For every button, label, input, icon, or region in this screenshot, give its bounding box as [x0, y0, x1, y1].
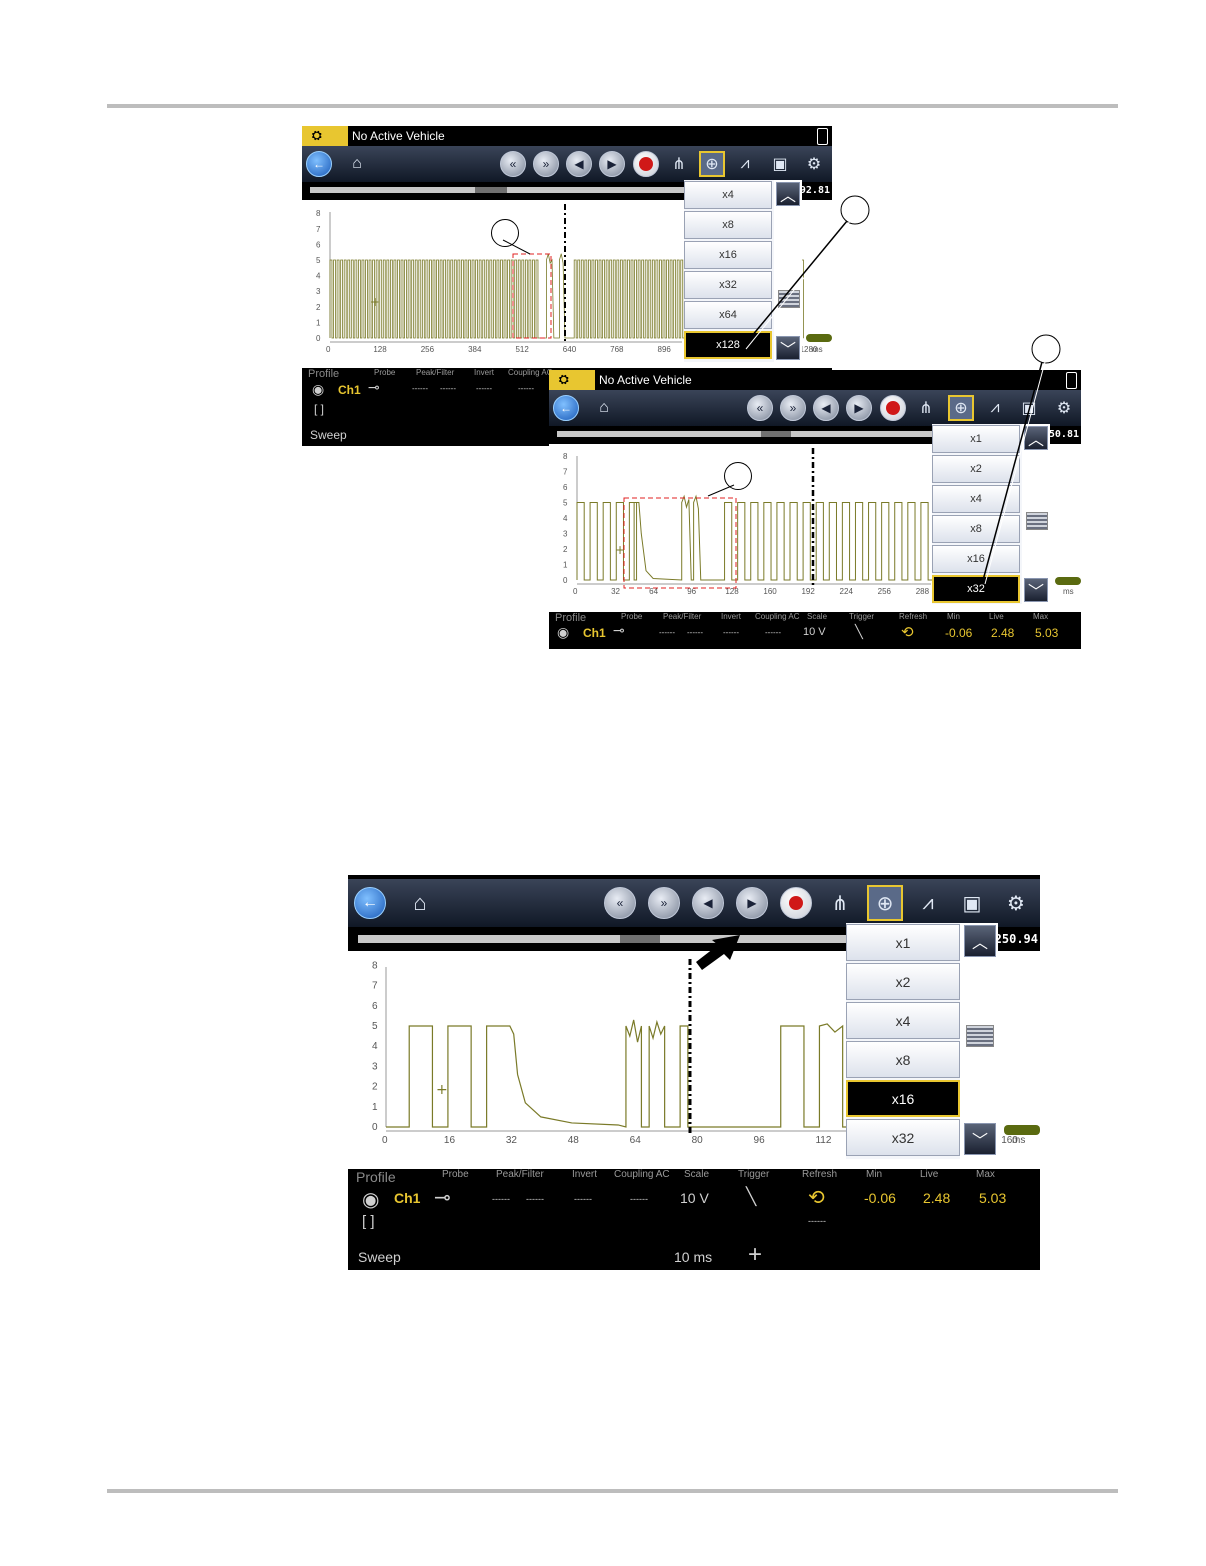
leader-line	[707, 484, 735, 497]
leader-line	[981, 361, 1043, 585]
pointer-arrow-icon	[696, 935, 740, 970]
leader-line-highlight	[984, 361, 1046, 585]
callout-circle	[840, 195, 870, 225]
leader-line	[741, 220, 848, 349]
leader-line-highlight	[745, 219, 852, 350]
leader-line	[502, 239, 531, 255]
callout-circle	[1031, 334, 1061, 364]
annotation-overlay	[502, 195, 1061, 970]
